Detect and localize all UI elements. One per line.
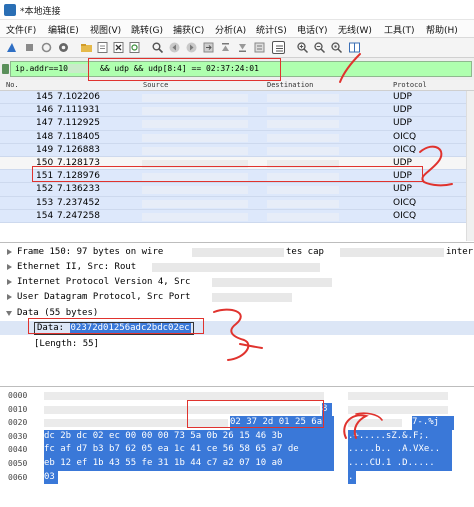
- shark-fin-icon[interactable]: [5, 41, 18, 54]
- save-file-icon[interactable]: [96, 41, 109, 54]
- packet-list-header: No. Source Destination Protocol: [0, 80, 474, 91]
- menu-edit[interactable]: 编辑(E): [48, 23, 79, 36]
- menu-go[interactable]: 跳转(G): [131, 23, 163, 36]
- go-last-icon[interactable]: [236, 41, 249, 54]
- restart-icon[interactable]: [40, 41, 53, 54]
- close-file-icon[interactable]: [112, 41, 125, 54]
- expand-arrow-icon[interactable]: [7, 279, 12, 285]
- detail-udp[interactable]: User Datagram Protocol, Src Port: [0, 290, 474, 304]
- menu-view[interactable]: 视图(V): [90, 23, 121, 36]
- table-row[interactable]: 146 7.111931 UDP: [0, 104, 474, 118]
- open-folder-icon[interactable]: [80, 41, 93, 54]
- detail-length[interactable]: [Length: 55]: [0, 337, 474, 351]
- autoscroll-icon[interactable]: [253, 41, 266, 54]
- column-header-no[interactable]: No.: [6, 81, 19, 89]
- filter-bookmark-icon[interactable]: [2, 64, 9, 74]
- annotation-box-bytes: [187, 400, 324, 428]
- menu-analyze[interactable]: 分析(A): [215, 23, 246, 36]
- expand-arrow-icon[interactable]: [7, 264, 12, 270]
- detail-ethernet[interactable]: Ethernet II, Src: Rout: [0, 260, 474, 274]
- go-forward-icon[interactable]: [185, 41, 198, 54]
- table-row[interactable]: 145 7.102206 UDP: [0, 91, 474, 105]
- menu-capture[interactable]: 捕获(C): [173, 23, 204, 36]
- options-gear-icon[interactable]: [57, 41, 70, 54]
- reload-icon[interactable]: [128, 41, 141, 54]
- expand-arrow-icon[interactable]: [7, 249, 12, 255]
- window-title: *本地连接: [20, 7, 61, 17]
- zoom-out-icon[interactable]: [313, 41, 326, 54]
- annotation-box-data: [28, 318, 204, 334]
- colorize-icon[interactable]: [272, 41, 285, 54]
- main-toolbar: [0, 38, 474, 58]
- menu-statistics[interactable]: 统计(S): [256, 23, 287, 36]
- go-first-icon[interactable]: [219, 41, 232, 54]
- menu-file[interactable]: 文件(F): [6, 23, 36, 36]
- go-to-packet-icon[interactable]: [202, 41, 215, 54]
- packet-list-scrollbar[interactable]: [466, 91, 474, 241]
- column-header-protocol[interactable]: Protocol: [393, 81, 427, 89]
- menu-help[interactable]: 帮助(H): [426, 23, 458, 36]
- title-bar: *本地连接: [0, 0, 474, 20]
- packet-details-pane: Frame 150: 97 bytes on wire tes cap inte…: [0, 242, 474, 384]
- collapse-arrow-icon[interactable]: [6, 311, 12, 316]
- menu-telephony[interactable]: 电话(Y): [297, 23, 328, 36]
- wireshark-logo-icon: [4, 4, 16, 16]
- zoom-normal-icon[interactable]: [330, 41, 343, 54]
- table-row[interactable]: 153 7.237452 OICQ: [0, 196, 474, 210]
- filter-prefix: ip.addr==10: [15, 64, 68, 73]
- detail-ipv4[interactable]: Internet Protocol Version 4, Src: [0, 275, 474, 289]
- menu-wireless[interactable]: 无线(W): [338, 23, 372, 36]
- column-header-destination[interactable]: Destination: [267, 81, 313, 89]
- menu-tools[interactable]: 工具(T): [384, 23, 415, 36]
- table-row[interactable]: 154 7.247258 OICQ: [0, 209, 474, 223]
- bytes-row[interactable]: 0040 fc af d7 b3 b7 62 05 ea 1c 41 ce 56…: [0, 443, 474, 457]
- table-row[interactable]: 147 7.112925 UDP: [0, 117, 474, 131]
- resize-columns-icon[interactable]: [348, 41, 361, 54]
- stop-icon[interactable]: [23, 41, 36, 54]
- table-row[interactable]: 148 7.118405 OICQ: [0, 130, 474, 144]
- bytes-row[interactable]: 0060 03 .: [0, 470, 474, 485]
- column-header-source[interactable]: Source: [143, 81, 168, 89]
- menu-bar: 文件(F) 编辑(E) 视图(V) 跳转(G) 捕获(C) 分析(A) 统计(S…: [0, 20, 474, 38]
- expand-arrow-icon[interactable]: [7, 294, 12, 300]
- go-back-icon[interactable]: [168, 41, 181, 54]
- find-icon[interactable]: [151, 41, 164, 54]
- table-row[interactable]: 152 7.136233 UDP: [0, 183, 474, 197]
- table-row[interactable]: 149 7.126883 OICQ: [0, 143, 474, 157]
- bytes-row[interactable]: 0030 dc 2b dc 02 ec 00 00 00 73 5a 0b 26…: [0, 429, 474, 444]
- annotation-box-filter: [88, 58, 281, 81]
- detail-frame[interactable]: Frame 150: 97 bytes on wire tes cap inte…: [0, 245, 474, 259]
- bytes-row[interactable]: 0050 eb 12 ef 1b 43 55 fe 31 1b 44 c7 a2…: [0, 457, 474, 471]
- annotation-box-packet: [32, 166, 423, 182]
- zoom-in-icon[interactable]: [296, 41, 309, 54]
